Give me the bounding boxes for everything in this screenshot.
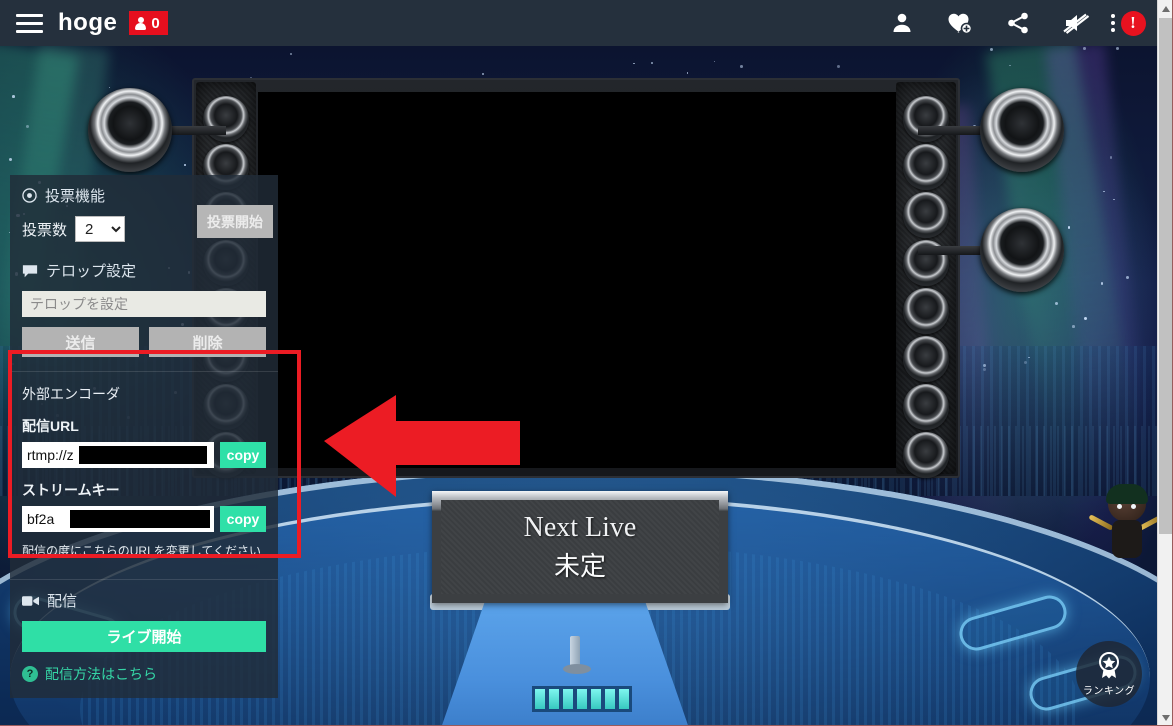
- copy-stream-url-button[interactable]: copy: [220, 442, 266, 468]
- broadcast-section-header: 配信: [22, 590, 266, 611]
- speaker-cone: [903, 432, 949, 478]
- speaker-cone: [903, 288, 949, 334]
- telop-section-title: テロップ設定: [46, 263, 137, 280]
- runway-lights: [532, 686, 632, 712]
- vote-section-header: 投票機能: [22, 185, 266, 206]
- external-encoder-section: 外部エンコーダ 配信URL rtmp://z copy ストリームキー bf2a…: [10, 372, 278, 573]
- header-right-group: !: [873, 0, 1157, 46]
- speaker-tower-right: [896, 82, 956, 478]
- vote-count-select[interactable]: 2345: [75, 216, 126, 242]
- profile-icon[interactable]: [873, 0, 931, 46]
- broadcast-help-link[interactable]: ? 配信方法はこちら: [22, 664, 266, 684]
- scrollbar-thumb[interactable]: [1159, 18, 1173, 534]
- viewer-count-badge: 0: [129, 11, 168, 35]
- broadcast-help-label: 配信方法はこちら: [45, 666, 157, 682]
- volume-muted-icon[interactable]: [1047, 0, 1105, 46]
- redaction-bar: [70, 510, 210, 528]
- vote-start-button[interactable]: 投票開始: [197, 205, 273, 238]
- copy-stream-key-button[interactable]: copy: [220, 506, 266, 532]
- stream-url-label: 配信URL: [22, 418, 79, 434]
- speaker-cone: [203, 96, 249, 142]
- speaker-cone-large: [88, 88, 172, 172]
- telop-button-row: 送信 削除: [22, 327, 266, 357]
- speaker-cone: [903, 96, 949, 142]
- start-live-button[interactable]: ライブ開始: [22, 621, 266, 652]
- target-icon: [22, 188, 37, 203]
- share-icon[interactable]: [989, 0, 1047, 46]
- hamburger-menu-icon[interactable]: [0, 0, 58, 46]
- stream-url-field[interactable]: rtmp://z: [22, 442, 214, 468]
- red-arrow-annotation: [324, 395, 520, 497]
- ranking-button-label: ランキング: [1082, 686, 1136, 697]
- comment-icon: [22, 264, 38, 277]
- redaction-bar: [79, 446, 207, 464]
- scroll-up-arrow[interactable]: [1158, 0, 1173, 17]
- scroll-down-arrow[interactable]: [1158, 709, 1173, 726]
- broadcast-section-title: 配信: [47, 593, 78, 610]
- speaker-cone: [903, 144, 949, 190]
- speaker-cone-large: [980, 208, 1064, 292]
- stream-url-row: rtmp://z copy: [22, 442, 266, 468]
- microphone-base: [563, 664, 591, 674]
- next-live-inner: Next Live 未定: [441, 500, 719, 594]
- app-title: hoge: [58, 9, 118, 36]
- stream-key-row: bf2a copy: [22, 506, 266, 532]
- app-root: hoge 0 ! 投票機能 投票数 2 テロップ設定 テロップを設定 送信 削除…: [0, 0, 1173, 726]
- alert-badge[interactable]: !: [1120, 10, 1146, 36]
- stream-key-label: ストリームキー: [22, 482, 120, 498]
- broadcaster-control-panel: 投票機能 投票数 2345 テロップ設定 送信 削除 外部エン: [10, 175, 278, 698]
- person-icon: [135, 16, 147, 30]
- broadcast-section: 配信 ライブ開始 ? 配信方法はこちら: [10, 580, 278, 698]
- video-screen-frame: [192, 78, 960, 478]
- vote-section-title: 投票機能: [45, 188, 106, 205]
- question-mark-icon: ?: [22, 666, 38, 682]
- telop-input[interactable]: [22, 291, 266, 317]
- top-app-bar: hoge 0 !: [0, 0, 1157, 46]
- speaker-arm: [918, 126, 988, 135]
- favorite-add-icon[interactable]: [931, 0, 989, 46]
- speaker-cone-large: [980, 88, 1064, 172]
- speaker-cone: [903, 192, 949, 238]
- stream-url-value: rtmp://z: [27, 447, 74, 463]
- header-left-group: hoge 0: [0, 0, 168, 46]
- stream-key-value: bf2a: [27, 511, 55, 527]
- speaker-cone: [903, 336, 949, 382]
- stream-key-field[interactable]: bf2a: [22, 506, 214, 532]
- overflow-menu-icon[interactable]: !: [1105, 0, 1151, 46]
- vote-count-label: 投票数: [22, 221, 68, 239]
- video-camera-icon: [22, 595, 39, 606]
- ranking-button[interactable]: ランキング: [1076, 641, 1142, 707]
- avatar-character: [1088, 484, 1157, 572]
- telop-section: テロップ設定 送信 削除: [10, 250, 278, 365]
- next-live-board: Next Live 未定: [432, 491, 728, 603]
- speaker-arm: [918, 246, 988, 255]
- telop-send-button[interactable]: 送信: [22, 327, 139, 357]
- telop-delete-button[interactable]: 削除: [149, 327, 266, 357]
- page-scrollbar[interactable]: [1157, 0, 1173, 726]
- telop-section-header: テロップ設定: [22, 260, 266, 281]
- encoder-section-title: 外部エンコーダ: [22, 386, 120, 402]
- encoder-note: 配信の度にこちらのURLを変更してください: [22, 544, 262, 558]
- speaker-arm: [166, 126, 226, 135]
- next-live-value: 未定: [553, 550, 606, 581]
- speaker-cone: [903, 384, 949, 430]
- award-medal-icon: [1099, 652, 1119, 679]
- next-live-title: Next Live: [523, 511, 637, 543]
- viewer-count-value: 0: [151, 14, 160, 32]
